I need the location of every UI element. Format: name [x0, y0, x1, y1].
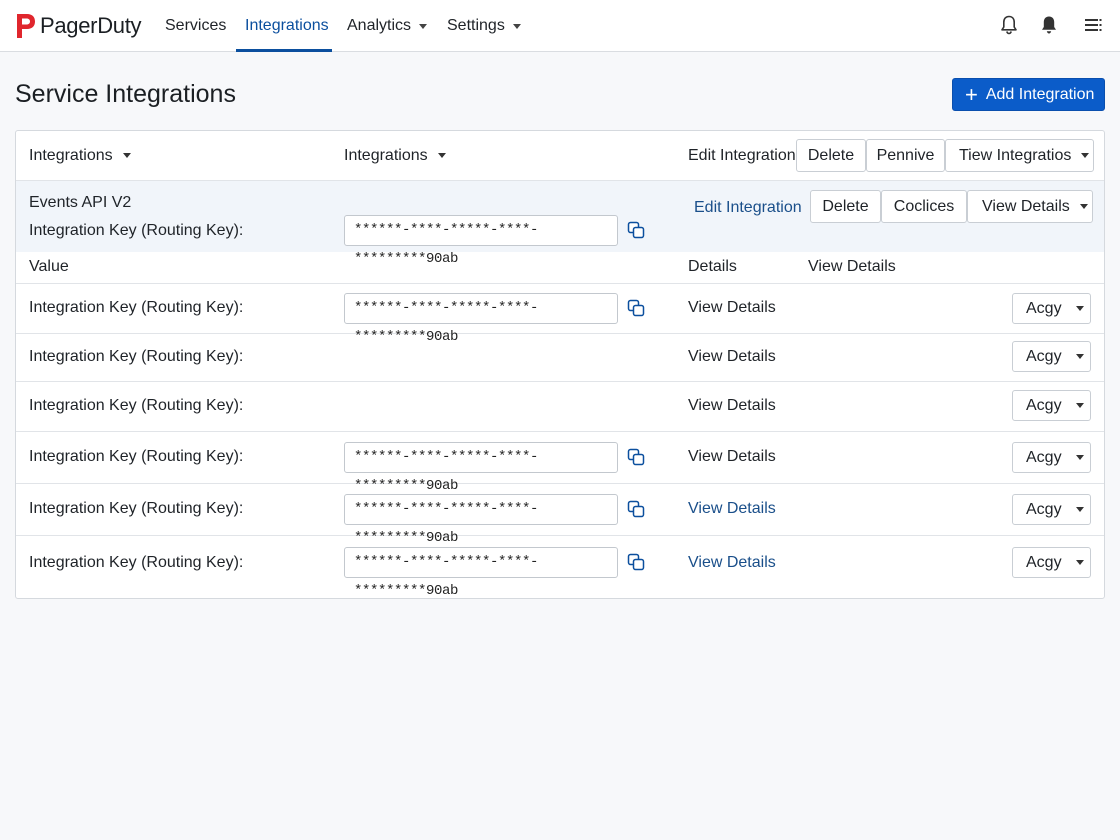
caret-down-icon	[512, 23, 521, 29]
copy-icon[interactable]	[627, 448, 645, 466]
plus-icon: +	[965, 81, 978, 107]
view-details-dropdown[interactable]: View Details	[967, 190, 1093, 223]
active-tab-indicator	[236, 49, 332, 52]
pagerduty-logo[interactable]: PagerDuty	[15, 12, 142, 40]
menu-icon[interactable]	[1082, 14, 1104, 36]
action-label: Acgy	[1026, 448, 1062, 466]
delete-button[interactable]: Delete	[796, 139, 866, 172]
view-details-link[interactable]: View Details	[688, 397, 776, 415]
row-label: Integration Key (Routing Key):	[29, 448, 244, 465]
action-dropdown[interactable]: Acgy	[1012, 442, 1091, 473]
caret-down-icon	[419, 23, 428, 29]
edit-integration-link[interactable]: Edit Integration	[694, 199, 802, 217]
table-row: Integration Key (Routing Key): ******-**…	[16, 432, 1104, 494]
view-details-link[interactable]: View Details	[688, 348, 776, 366]
action-label: Acgy	[1026, 396, 1062, 414]
view-details-link[interactable]: View Details	[688, 448, 776, 466]
integration-key-field[interactable]: ******-****-*****-****-*********90ab	[344, 215, 618, 267]
row-label: Integration Key (Routing Key):	[29, 500, 244, 517]
top-navigation: PagerDuty Services Integrations Analytic…	[0, 0, 1120, 52]
integrations-table: Integrations Integrations Edit Integrati…	[15, 130, 1105, 599]
nav-services-label: Services	[165, 17, 227, 34]
caret-down-icon	[437, 153, 446, 159]
nav-settings-label: Settings	[447, 17, 505, 34]
view-details-link[interactable]: View Details	[688, 554, 776, 572]
action-label: Acgy	[1026, 347, 1062, 365]
caret-down-icon	[1075, 306, 1084, 311]
action-label: Acgy	[1026, 553, 1062, 571]
table-row: Integration Key (Routing Key): ******-**…	[16, 536, 1104, 599]
coclices-label: Coclices	[893, 197, 955, 215]
add-integration-button[interactable]: + Add Integration	[952, 78, 1105, 111]
integration-key-field[interactable]: ******-****-*****-****-*********90ab	[344, 442, 618, 494]
integration-key-field[interactable]: ******-****-*****-****-*********90ab	[344, 494, 618, 546]
table-row: Integration Key (Routing Key): View Deta…	[16, 334, 1104, 382]
integrations-filter-2-label: Integrations	[344, 147, 428, 164]
alerts-bell-icon[interactable]	[1038, 14, 1060, 36]
details-column-header: Details	[688, 258, 737, 275]
nav-settings[interactable]: Settings	[447, 0, 521, 52]
table-row: Integration Key (Routing Key): View Deta…	[16, 382, 1104, 432]
nav-services[interactable]: Services	[165, 0, 226, 52]
pagerduty-logo-icon	[17, 14, 35, 38]
caret-down-icon	[1075, 354, 1084, 359]
caret-down-icon	[1079, 204, 1088, 209]
copy-icon[interactable]	[627, 221, 645, 239]
caret-down-icon	[1075, 560, 1084, 565]
coclices-button[interactable]: Coclices	[881, 190, 967, 223]
integrations-filter-1[interactable]: Integrations	[29, 147, 131, 165]
view-details-link[interactable]: View Details	[688, 500, 776, 518]
copy-icon[interactable]	[627, 299, 645, 317]
action-dropdown[interactable]: Acgy	[1012, 341, 1091, 372]
delete-button[interactable]: Delete	[810, 190, 881, 223]
pennive-label: Pennive	[876, 146, 935, 164]
edit-integration-header: Edit Integration	[688, 147, 796, 164]
caret-down-icon	[1081, 153, 1090, 158]
view-details-column-header: View Details	[808, 258, 896, 275]
action-label: Acgy	[1026, 500, 1062, 518]
brand-name: PagerDuty	[40, 13, 142, 38]
copy-icon[interactable]	[627, 500, 645, 518]
integration-name: Events API V2	[29, 194, 132, 211]
integration-key-label: Integration Key (Routing Key):	[29, 222, 244, 239]
action-label: Acgy	[1026, 299, 1062, 317]
copy-icon[interactable]	[627, 553, 645, 571]
integrations-filter-2[interactable]: Integrations	[344, 147, 446, 165]
filter-row: Integrations Integrations Edit Integrati…	[16, 131, 1104, 181]
nav-analytics[interactable]: Analytics	[347, 0, 428, 52]
view-integrations-dropdown[interactable]: Tiew Integratios	[945, 139, 1094, 172]
integrations-filter-1-label: Integrations	[29, 147, 113, 164]
action-dropdown[interactable]: Acgy	[1012, 293, 1091, 324]
action-dropdown[interactable]: Acgy	[1012, 390, 1091, 421]
nav-integrations-label: Integrations	[245, 17, 329, 34]
add-integration-label: Add Integration	[985, 85, 1095, 103]
notifications-bell-outline-icon[interactable]	[998, 14, 1020, 36]
table-row: Integration Key (Routing Key): ******-**…	[16, 484, 1104, 546]
caret-down-icon	[1075, 403, 1084, 408]
integration-key-field[interactable]: ******-****-*****-****-*********90ab	[344, 547, 618, 599]
row-label: Integration Key (Routing Key):	[29, 397, 244, 414]
nav-integrations[interactable]: Integrations	[245, 0, 329, 52]
row-label: Integration Key (Routing Key):	[29, 348, 244, 365]
caret-down-icon	[1075, 455, 1084, 460]
caret-down-icon	[1075, 507, 1084, 512]
page-title: Service Integrations	[15, 80, 236, 108]
action-dropdown[interactable]: Acgy	[1012, 547, 1091, 578]
view-details-label: View Details	[982, 197, 1070, 215]
caret-down-icon	[122, 153, 131, 159]
integration-key-field[interactable]: ******-****-*****-****-*********90ab	[344, 293, 618, 345]
column-header-row: Value Details View Details	[16, 252, 1104, 284]
delete-label: Delete	[822, 197, 869, 215]
delete-label: Delete	[807, 146, 855, 164]
table-row: Integration Key (Routing Key): ******-**…	[16, 284, 1104, 345]
nav-analytics-label: Analytics	[347, 17, 412, 34]
row-label: Integration Key (Routing Key):	[29, 554, 244, 571]
action-dropdown[interactable]: Acgy	[1012, 494, 1091, 525]
pennive-button[interactable]: Pennive	[866, 139, 945, 172]
view-integrations-label: Tiew Integratios	[959, 146, 1072, 164]
featured-integration: Events API V2 Integration Key (Routing K…	[16, 181, 1104, 267]
row-label: Integration Key (Routing Key):	[29, 299, 244, 316]
view-details-link[interactable]: View Details	[688, 299, 776, 317]
value-column-header: Value	[29, 258, 69, 275]
